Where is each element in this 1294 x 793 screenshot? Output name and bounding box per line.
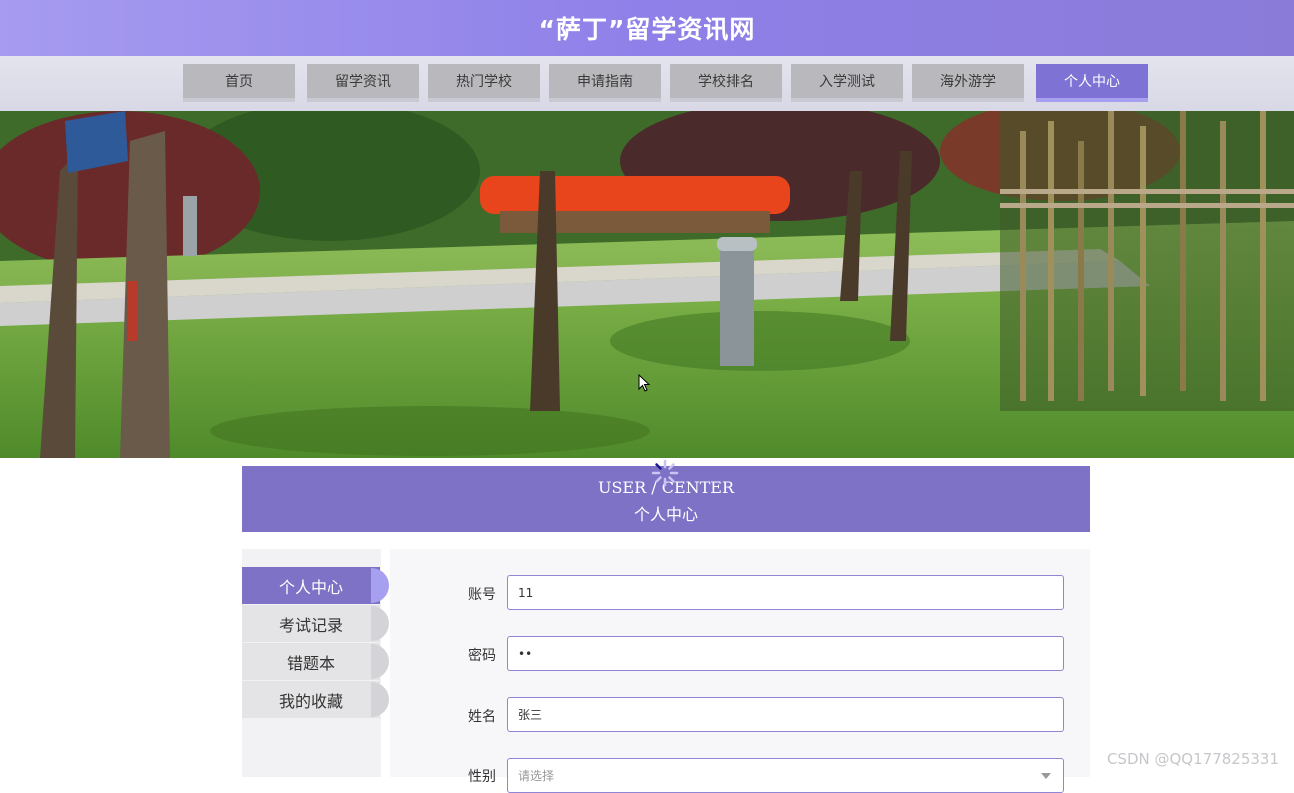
nav-home[interactable]: 首页 <box>183 64 295 102</box>
site-title: “萨丁”留学资讯网 <box>538 15 756 44</box>
nav-school-ranking[interactable]: 学校排名 <box>670 64 782 102</box>
name-input[interactable]: 张三 <box>507 697 1064 732</box>
banner-image <box>0 111 1294 458</box>
nav-user-center[interactable]: 个人中心 <box>1036 64 1148 102</box>
gender-select-placeholder: 请选择 <box>518 769 555 783</box>
banner-park-scene <box>0 111 1294 458</box>
sidebar-item-exam-records[interactable]: 考试记录 <box>242 605 389 642</box>
account-input[interactable]: 11 <box>507 575 1064 610</box>
user-sidebar: 个人中心 考试记录 错题本 我的收藏 <box>242 549 389 777</box>
mouse-cursor-icon <box>638 374 650 392</box>
chevron-down-icon <box>1041 773 1051 779</box>
loading-spinner-icon <box>651 459 679 487</box>
user-center-title-cn: 个人中心 <box>633 505 698 524</box>
sidebar-item-wrong-questions[interactable]: 错题本 <box>242 643 389 680</box>
main-nav: 首页 留学资讯 热门学校 申请指南 学校排名 入学测试 海外游学 个人中心 <box>0 56 1294 111</box>
password-input[interactable]: •• <box>507 636 1064 671</box>
gender-select[interactable]: 请选择 <box>507 758 1064 793</box>
sidebar-item-my-favorites[interactable]: 我的收藏 <box>242 681 389 718</box>
nav-popular-schools[interactable]: 热门学校 <box>428 64 540 102</box>
csdn-watermark: CSDN @QQ177825331 <box>1106 750 1279 768</box>
name-label: 姓名 <box>468 709 496 725</box>
site-header: “萨丁”留学资讯网 <box>0 0 1294 56</box>
gender-label: 性别 <box>468 769 496 785</box>
nav-entrance-test[interactable]: 入学测试 <box>791 64 903 102</box>
nav-study-abroad-news[interactable]: 留学资讯 <box>307 64 419 102</box>
nav-overseas-study-tour[interactable]: 海外游学 <box>912 64 1024 102</box>
nav-application-guide[interactable]: 申请指南 <box>549 64 661 102</box>
password-label: 密码 <box>468 648 496 664</box>
account-label: 账号 <box>468 587 496 603</box>
sidebar-item-user-center[interactable]: 个人中心 <box>242 567 389 604</box>
